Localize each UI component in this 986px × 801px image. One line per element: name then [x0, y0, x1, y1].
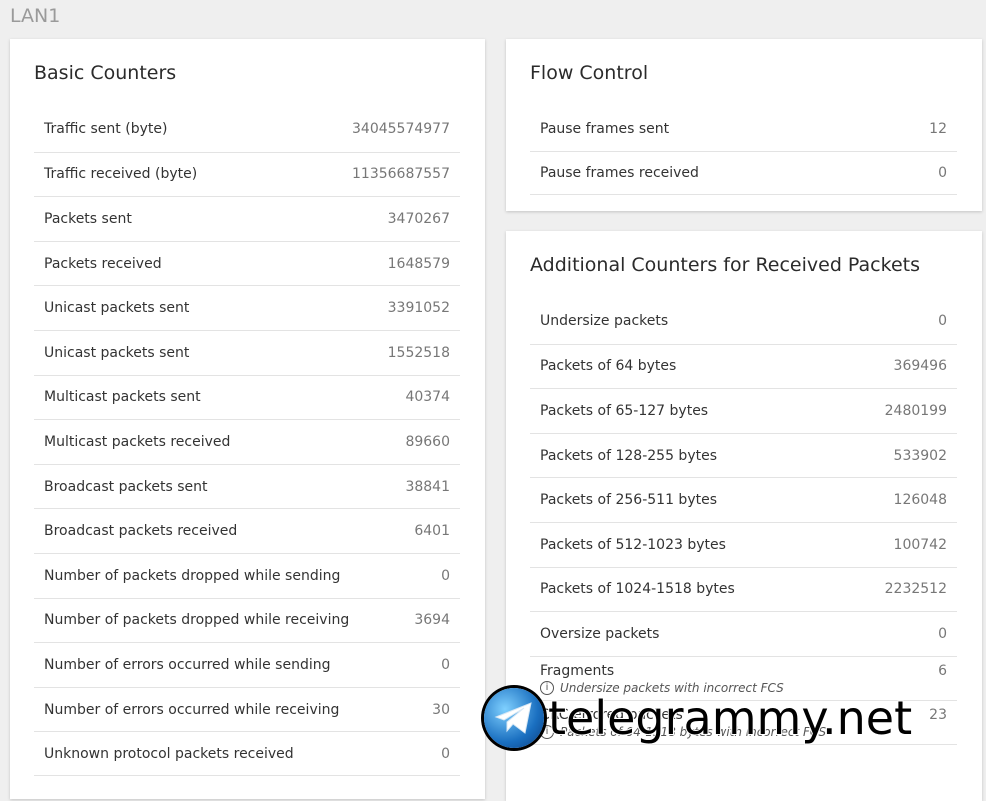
- list-item: Packets sent 3470267: [34, 196, 460, 241]
- row-label: Number of packets dropped while receivin…: [44, 612, 350, 629]
- row-value: 38841: [405, 478, 450, 495]
- row-label: Fragments: [540, 662, 615, 679]
- flow-control-title: Flow Control: [530, 62, 649, 84]
- list-item: Packets of 1024-1518 bytes 2232512: [530, 566, 957, 612]
- row-value: 0: [441, 656, 450, 673]
- row-value: 1648579: [387, 255, 450, 272]
- row-label: Traffic received (byte): [44, 166, 198, 183]
- row-value: 0: [441, 745, 450, 762]
- list-item: Pause frames received 0: [530, 151, 957, 195]
- row-value: 34045574977: [352, 121, 450, 138]
- list-item: Unicast packets sent 1552518: [34, 329, 460, 375]
- list-item: Number of packets dropped while receivin…: [34, 597, 460, 643]
- row-value: 89660: [405, 433, 450, 450]
- list-item: Pause frames sent 12: [530, 107, 957, 151]
- row-value: 0: [938, 625, 947, 642]
- list-item: Packets of 256-511 bytes 126048: [530, 477, 957, 522]
- list-item: Packets of 64 bytes 369496: [530, 343, 957, 389]
- row-value: 126048: [893, 492, 947, 509]
- row-label: Multicast packets received: [44, 433, 231, 450]
- row-label: Broadcast packets received: [44, 523, 238, 540]
- list-item: Multicast packets received 89660: [34, 419, 460, 464]
- list-item: Undersize packets 0: [530, 299, 957, 344]
- row-label: Pause frames sent: [540, 121, 670, 137]
- list-item: Unicast packets sent 3391052: [34, 285, 460, 330]
- row-label: Multicast packets sent: [44, 389, 201, 406]
- row-label: Packets of 512-1023 bytes: [540, 536, 726, 553]
- row-label: Number of errors occurred while receivin…: [44, 701, 340, 718]
- additional-counters-list: Undersize packets 0 Packets of 64 bytes 36…: [530, 299, 957, 745]
- row-value: 12: [929, 121, 947, 137]
- row-value: 0: [938, 313, 947, 330]
- row-label: Unicast packets sent: [44, 300, 190, 317]
- row-label: Packets received: [44, 255, 162, 272]
- row-value: 0: [441, 567, 450, 584]
- list-item: Traffic sent (byte) 34045574977: [34, 107, 460, 152]
- list-item: Broadcast packets sent 38841: [34, 463, 460, 509]
- list-item: Number of packets dropped while sending 0: [34, 552, 460, 598]
- row-label: Packets of 64 bytes: [540, 358, 677, 375]
- row-value: 6401: [414, 523, 450, 540]
- list-item: Traffic received (byte) 11356687557: [34, 151, 460, 197]
- row-value: 2232512: [884, 581, 947, 598]
- basic-counters-card: Basic Counters Traffic sent (byte) 340455…: [10, 39, 485, 799]
- row-label: Traffic sent (byte): [44, 121, 168, 138]
- row-value: 3391052: [387, 300, 450, 317]
- row-value: 533902: [893, 447, 947, 464]
- list-item: Multicast packets sent 40374: [34, 374, 460, 420]
- row-label: Oversize packets: [540, 625, 660, 642]
- row-label: Number of errors occurred while sending: [44, 656, 331, 673]
- row-value: 1552518: [387, 344, 450, 361]
- basic-counters-title: Basic Counters: [34, 62, 177, 84]
- row-label: Broadcast packets sent: [44, 478, 208, 495]
- row-label: Packets of 65-127 bytes: [540, 402, 709, 419]
- row-label: Unknown protocol packets received: [44, 745, 294, 762]
- list-item: Number of errors occurred while receivin…: [34, 686, 460, 732]
- list-item: Oversize packets 0: [530, 611, 957, 656]
- row-value: 100742: [893, 536, 947, 553]
- flow-control-list: Pause frames sent 12 Pause frames receive…: [530, 107, 957, 195]
- list-item: Packets received 1648579: [34, 240, 460, 286]
- list-item: Packets of 128-255 bytes 533902: [530, 432, 957, 478]
- row-value: 11356687557: [352, 166, 450, 183]
- row-value: 30: [432, 701, 450, 718]
- row-label: Packets of 128-255 bytes: [540, 447, 718, 464]
- row-value: 40374: [405, 389, 450, 406]
- row-value: 23: [929, 706, 947, 723]
- row-value: 3694: [414, 612, 450, 629]
- row-value: 0: [938, 165, 947, 181]
- row-label: Unicast packets sent: [44, 344, 190, 361]
- row-label: Undersize packets: [540, 313, 669, 330]
- row-label: Packets of 1024-1518 bytes: [540, 581, 735, 598]
- basic-counters-list: Traffic sent (byte) 34045574977 Traffic r…: [34, 107, 460, 776]
- telegram-logo-icon: [484, 688, 544, 748]
- row-label: Pause frames received: [540, 165, 699, 181]
- flow-control-card: Flow Control Pause frames sent 12 Pause f…: [506, 39, 982, 211]
- row-label: Packets sent: [44, 210, 132, 227]
- list-item: Unknown protocol packets received 0: [34, 731, 460, 776]
- list-item: Packets of 512-1023 bytes 100742: [530, 521, 957, 567]
- list-item: Broadcast packets received 6401: [34, 508, 460, 553]
- row-value: 3470267: [387, 210, 450, 227]
- watermark-text: telegrammy.net: [547, 690, 913, 746]
- row-value: 369496: [893, 358, 947, 375]
- additional-counters-title: Additional Counters for Received Packets: [530, 254, 920, 276]
- row-value: 2480199: [884, 402, 947, 419]
- row-label: Packets of 256-511 bytes: [540, 492, 718, 509]
- list-item: Packets of 65-127 bytes 2480199: [530, 388, 957, 433]
- watermark: telegrammy.net: [484, 688, 913, 748]
- row-label: Number of packets dropped while sending: [44, 567, 341, 584]
- page-title: LAN1: [10, 5, 61, 27]
- list-item: Number of errors occurred while sending 0: [34, 642, 460, 687]
- row-value: 6: [938, 662, 947, 679]
